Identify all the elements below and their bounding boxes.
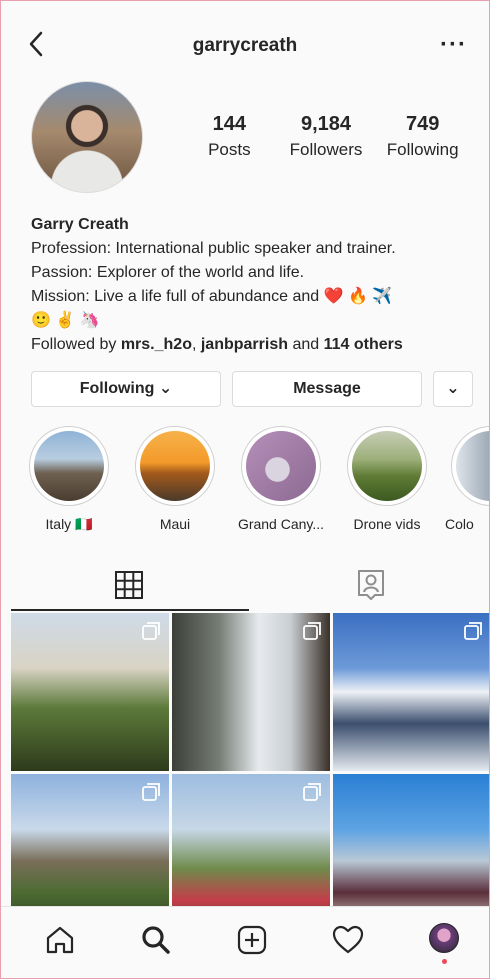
message-button[interactable]: Message (232, 371, 422, 407)
following-button[interactable]: Following ⌄ (31, 371, 221, 407)
carousel-icon (303, 622, 321, 640)
profile-bio: Garry Creath Profession: International p… (31, 213, 471, 357)
avatar[interactable] (31, 81, 143, 193)
tagged-person-icon[interactable] (355, 567, 387, 601)
followed-by-and: and (288, 336, 324, 353)
stat-posts[interactable]: 144 Posts (181, 113, 278, 160)
grid-icon[interactable] (113, 569, 145, 601)
stat-following[interactable]: 749 Following (374, 113, 471, 160)
post-thumbnail[interactable] (11, 613, 169, 771)
followed-by[interactable]: Followed by mrs._h2o, janbparrish and 11… (31, 333, 471, 357)
carousel-icon (142, 783, 160, 801)
followers-count: 9,184 (300, 113, 352, 135)
profile-username: garrycreath (192, 35, 298, 56)
highlight-grand-canyon[interactable]: Grand Cany... (235, 426, 327, 532)
following-count: 749 (405, 113, 440, 135)
posts-count: 144 (212, 113, 247, 135)
suggested-dropdown-button[interactable]: ⌄ (433, 371, 473, 407)
active-tab-indicator (11, 609, 249, 611)
post-thumbnail[interactable] (172, 613, 330, 771)
highlight-italy[interactable]: Italy 🇮🇹 (23, 426, 115, 533)
followed-by-user[interactable]: janbparrish (201, 336, 288, 353)
highlight-label: Grand Cany... (237, 516, 325, 532)
highlight-maui[interactable]: Maui (129, 426, 221, 532)
profile-name: Garry Creath (31, 216, 129, 233)
highlight-label: Italy 🇮🇹 (45, 516, 93, 532)
header: garrycreath ··· (1, 1, 489, 81)
followed-by-others[interactable]: 114 others (324, 336, 403, 353)
bottom-nav (1, 906, 489, 978)
carousel-icon (464, 622, 482, 640)
more-horizontal-icon[interactable]: ··· (440, 31, 467, 59)
story-highlights: Italy 🇮🇹 Maui Grand Cany... Drone vids C… (1, 426, 489, 536)
following-label: Following (386, 140, 459, 159)
add-post-icon[interactable] (235, 923, 269, 957)
bio-line: Passion: Explorer of the world and life. (31, 264, 305, 281)
highlight-drone-vids[interactable]: Drone vids (341, 426, 433, 532)
bio-line: Mission: Live a life full of abundance a… (31, 288, 393, 305)
followed-by-sep: , (191, 336, 201, 353)
highlight-label: Maui (159, 516, 191, 532)
profile-actions: Following ⌄ Message ⌄ (31, 371, 473, 407)
followed-by-user[interactable]: mrs._h2o (121, 336, 192, 353)
bio-line: 🙂 ✌️ 🦄 (31, 312, 100, 329)
stat-followers[interactable]: 9,184 Followers (278, 113, 375, 160)
followed-by-prefix: Followed by (31, 336, 121, 353)
highlight-colo[interactable]: Colo (445, 426, 489, 532)
posts-grid (11, 613, 489, 932)
post-thumbnail[interactable] (333, 613, 489, 771)
notification-dot (442, 959, 447, 964)
carousel-icon (303, 783, 321, 801)
search-icon[interactable] (139, 923, 173, 957)
profile-stats: 144 Posts 9,184 Followers 749 Following (181, 113, 471, 160)
highlight-label: Drone vids (353, 516, 421, 532)
profile-screen: garrycreath ··· 144 Posts 9,184 Follower… (0, 0, 490, 979)
heart-icon[interactable] (331, 923, 365, 957)
carousel-icon (142, 622, 160, 640)
bio-line: Profession: International public speaker… (31, 240, 396, 257)
home-icon[interactable] (43, 923, 77, 957)
followers-label: Followers (289, 140, 363, 159)
profile-avatar-icon[interactable] (429, 923, 463, 964)
profile-tabs (1, 561, 489, 611)
posts-label: Posts (208, 140, 251, 159)
highlight-label: Colo (445, 516, 474, 532)
